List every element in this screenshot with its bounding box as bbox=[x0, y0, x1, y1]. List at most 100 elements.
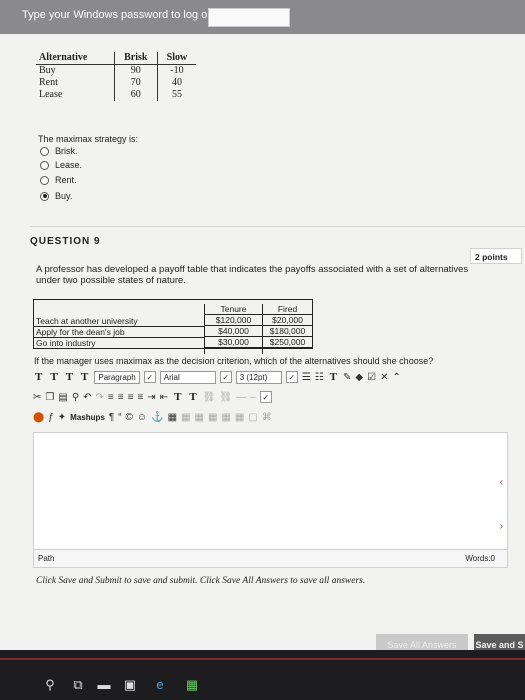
file-explorer-icon[interactable]: ▬ bbox=[96, 678, 112, 692]
horizontal-rule-icon[interactable]: — bbox=[236, 392, 246, 403]
highlight-icon[interactable]: ✎ bbox=[343, 372, 351, 383]
undo-icon[interactable]: ↶ bbox=[83, 392, 91, 403]
numbered-list-icon[interactable]: ☷ bbox=[315, 372, 324, 383]
unlink-icon[interactable]: ⛓ bbox=[219, 392, 232, 403]
bullet-list-icon[interactable]: ☰ bbox=[302, 372, 311, 383]
text-color-icon[interactable]: T bbox=[328, 371, 339, 383]
collapse-icon[interactable]: ⌃ bbox=[392, 372, 400, 383]
excel-icon[interactable]: ▦ bbox=[184, 678, 200, 692]
align-right-icon[interactable]: ≡ bbox=[128, 392, 134, 403]
mashups-icon[interactable]: ✦ bbox=[58, 412, 66, 423]
table-row-label: Apply for the dean's job bbox=[34, 327, 204, 338]
store-icon[interactable]: ▣ bbox=[122, 678, 138, 692]
table-header-slow: Slow bbox=[157, 52, 196, 65]
radio-buy[interactable] bbox=[40, 191, 49, 201]
box-icon[interactable]: ▢ bbox=[248, 412, 257, 423]
radio-rent[interactable] bbox=[40, 175, 49, 185]
html-icon[interactable]: ⌘ bbox=[262, 412, 272, 423]
find-icon[interactable]: ⚲ bbox=[72, 392, 79, 403]
eraser-icon[interactable]: ◆ bbox=[355, 372, 363, 383]
option-label: Lease. bbox=[55, 160, 83, 170]
toolbar-row-1: T T T T Paragraph ✓ Arial ✓ 3 (12pt) ✓ ☰… bbox=[33, 368, 401, 386]
task-view-icon[interactable]: ⧉ bbox=[70, 678, 86, 692]
option-brisk[interactable]: Brisk. bbox=[40, 146, 78, 156]
paragraph-select[interactable]: Paragraph bbox=[94, 370, 140, 384]
scroll-down-icon[interactable]: › bbox=[500, 521, 503, 532]
outdent-icon[interactable]: ⇤ bbox=[160, 392, 168, 403]
option-label: Buy. bbox=[55, 191, 73, 201]
table-icon[interactable]: ▦ bbox=[168, 412, 177, 423]
dash-icon[interactable]: – bbox=[250, 392, 256, 403]
table-cell: Rent bbox=[36, 77, 115, 89]
option-lease[interactable]: Lease. bbox=[40, 160, 82, 170]
option-rent[interactable]: Rent. bbox=[40, 175, 77, 185]
toolbar-row-2: ✂ ❐ ▤ ⚲ ↶ ↷ ≡ ≡ ≡ ≡ ⇥ ⇤ T T ⛓ ⛓ — – ✓ bbox=[33, 388, 272, 406]
question-heading: QUESTION 9 bbox=[30, 236, 101, 247]
table-cell: $40,000 bbox=[205, 326, 262, 337]
table-row: Buy 90 -10 bbox=[36, 64, 196, 77]
chevron-down-icon[interactable]: ✓ bbox=[219, 371, 232, 383]
table-cell: Buy bbox=[36, 64, 115, 77]
cut-icon[interactable]: ✂ bbox=[33, 392, 41, 403]
answer-editor[interactable]: ‹ › bbox=[33, 432, 508, 550]
copy-icon[interactable]: ❐ bbox=[45, 392, 54, 403]
table-cell: 40 bbox=[171, 77, 182, 88]
q9-question: If the manager uses maximax as the decis… bbox=[34, 356, 434, 366]
underline-button[interactable]: T bbox=[64, 371, 75, 383]
align-center-icon[interactable]: ≡ bbox=[118, 392, 124, 403]
mashups-menu[interactable]: Mashups bbox=[70, 413, 105, 422]
windows-taskbar: ⚲ ⧉ ▬ ▣ e ▦ bbox=[0, 650, 525, 700]
q9-payoff-table: Teach at another university Apply for th… bbox=[33, 299, 313, 354]
editor-status-bar: Path Words:0 bbox=[33, 550, 508, 568]
align-left-icon[interactable]: ≡ bbox=[108, 392, 114, 403]
justify-icon[interactable]: ≡ bbox=[137, 392, 143, 403]
font-select[interactable]: Arial bbox=[159, 370, 216, 384]
q8-payoff-table: Alternative Brisk Slow Buy 90 -10 Rent 7… bbox=[36, 52, 196, 101]
bold-button[interactable]: T bbox=[33, 371, 44, 383]
edge-browser-icon[interactable]: e bbox=[152, 678, 168, 692]
size-select[interactable]: 3 (12pt) bbox=[235, 370, 282, 384]
scroll-up-icon[interactable]: ‹ bbox=[500, 477, 503, 488]
q8-prompt: The maximax strategy is: bbox=[38, 134, 139, 144]
link-icon[interactable]: ⛓ bbox=[203, 392, 216, 403]
superscript-icon[interactable]: T bbox=[172, 391, 183, 403]
table-cell: $180,000 bbox=[263, 326, 312, 337]
table-header-fired: Fired bbox=[263, 304, 312, 315]
spellcheck-icon[interactable]: ☑ bbox=[367, 372, 376, 383]
anchor-icon[interactable]: ⚓ bbox=[151, 412, 163, 423]
copyright-icon[interactable]: © bbox=[126, 412, 133, 423]
question-divider bbox=[30, 226, 525, 227]
table-delete-icon[interactable]: ▦ bbox=[235, 412, 244, 423]
table-cell: Lease bbox=[36, 89, 115, 101]
password-input[interactable] bbox=[208, 8, 290, 27]
paste-icon[interactable]: ▤ bbox=[58, 392, 67, 403]
option-label: Rent. bbox=[55, 175, 77, 185]
paragraph-mark-icon[interactable]: ¶ bbox=[109, 412, 114, 423]
table-row-label: Go into industry bbox=[36, 338, 96, 348]
toolbar-row-3: ⬤ ƒ ✦ Mashups ¶ “ © ☺ ⚓ ▦ ▦ ▦ ▦ ▦ ▦ ▢ ⌘ bbox=[33, 408, 272, 426]
fullscreen-icon[interactable]: ✕ bbox=[380, 372, 388, 383]
table-row-icon[interactable]: ▦ bbox=[181, 412, 190, 423]
quote-icon[interactable]: “ bbox=[118, 412, 121, 423]
table-row-label: Teach at another university bbox=[34, 316, 204, 327]
record-icon[interactable]: ⬤ bbox=[33, 412, 44, 423]
chevron-down-icon[interactable]: ✓ bbox=[259, 391, 272, 403]
strikethrough-button[interactable]: T bbox=[79, 371, 90, 383]
table-cell: $120,000 bbox=[205, 315, 262, 326]
table-split-icon[interactable]: ▦ bbox=[221, 412, 230, 423]
table-merge-icon[interactable]: ▦ bbox=[208, 412, 217, 423]
option-buy[interactable]: Buy. bbox=[40, 191, 72, 201]
subscript-icon[interactable]: T bbox=[187, 391, 198, 403]
radio-brisk[interactable] bbox=[40, 146, 49, 156]
chevron-down-icon[interactable]: ✓ bbox=[285, 371, 298, 383]
indent-icon[interactable]: ⇥ bbox=[147, 392, 155, 403]
redo-icon[interactable]: ↷ bbox=[96, 392, 104, 403]
emoticon-icon[interactable]: ☺ bbox=[137, 412, 147, 423]
table-column-icon[interactable]: ▦ bbox=[195, 412, 204, 423]
chevron-down-icon[interactable]: ✓ bbox=[143, 371, 156, 383]
search-icon[interactable]: ⚲ bbox=[42, 678, 58, 692]
radio-lease[interactable] bbox=[40, 160, 49, 170]
italic-button[interactable]: T bbox=[48, 371, 59, 383]
option-label: Brisk. bbox=[55, 146, 78, 156]
function-icon[interactable]: ƒ bbox=[48, 412, 54, 423]
